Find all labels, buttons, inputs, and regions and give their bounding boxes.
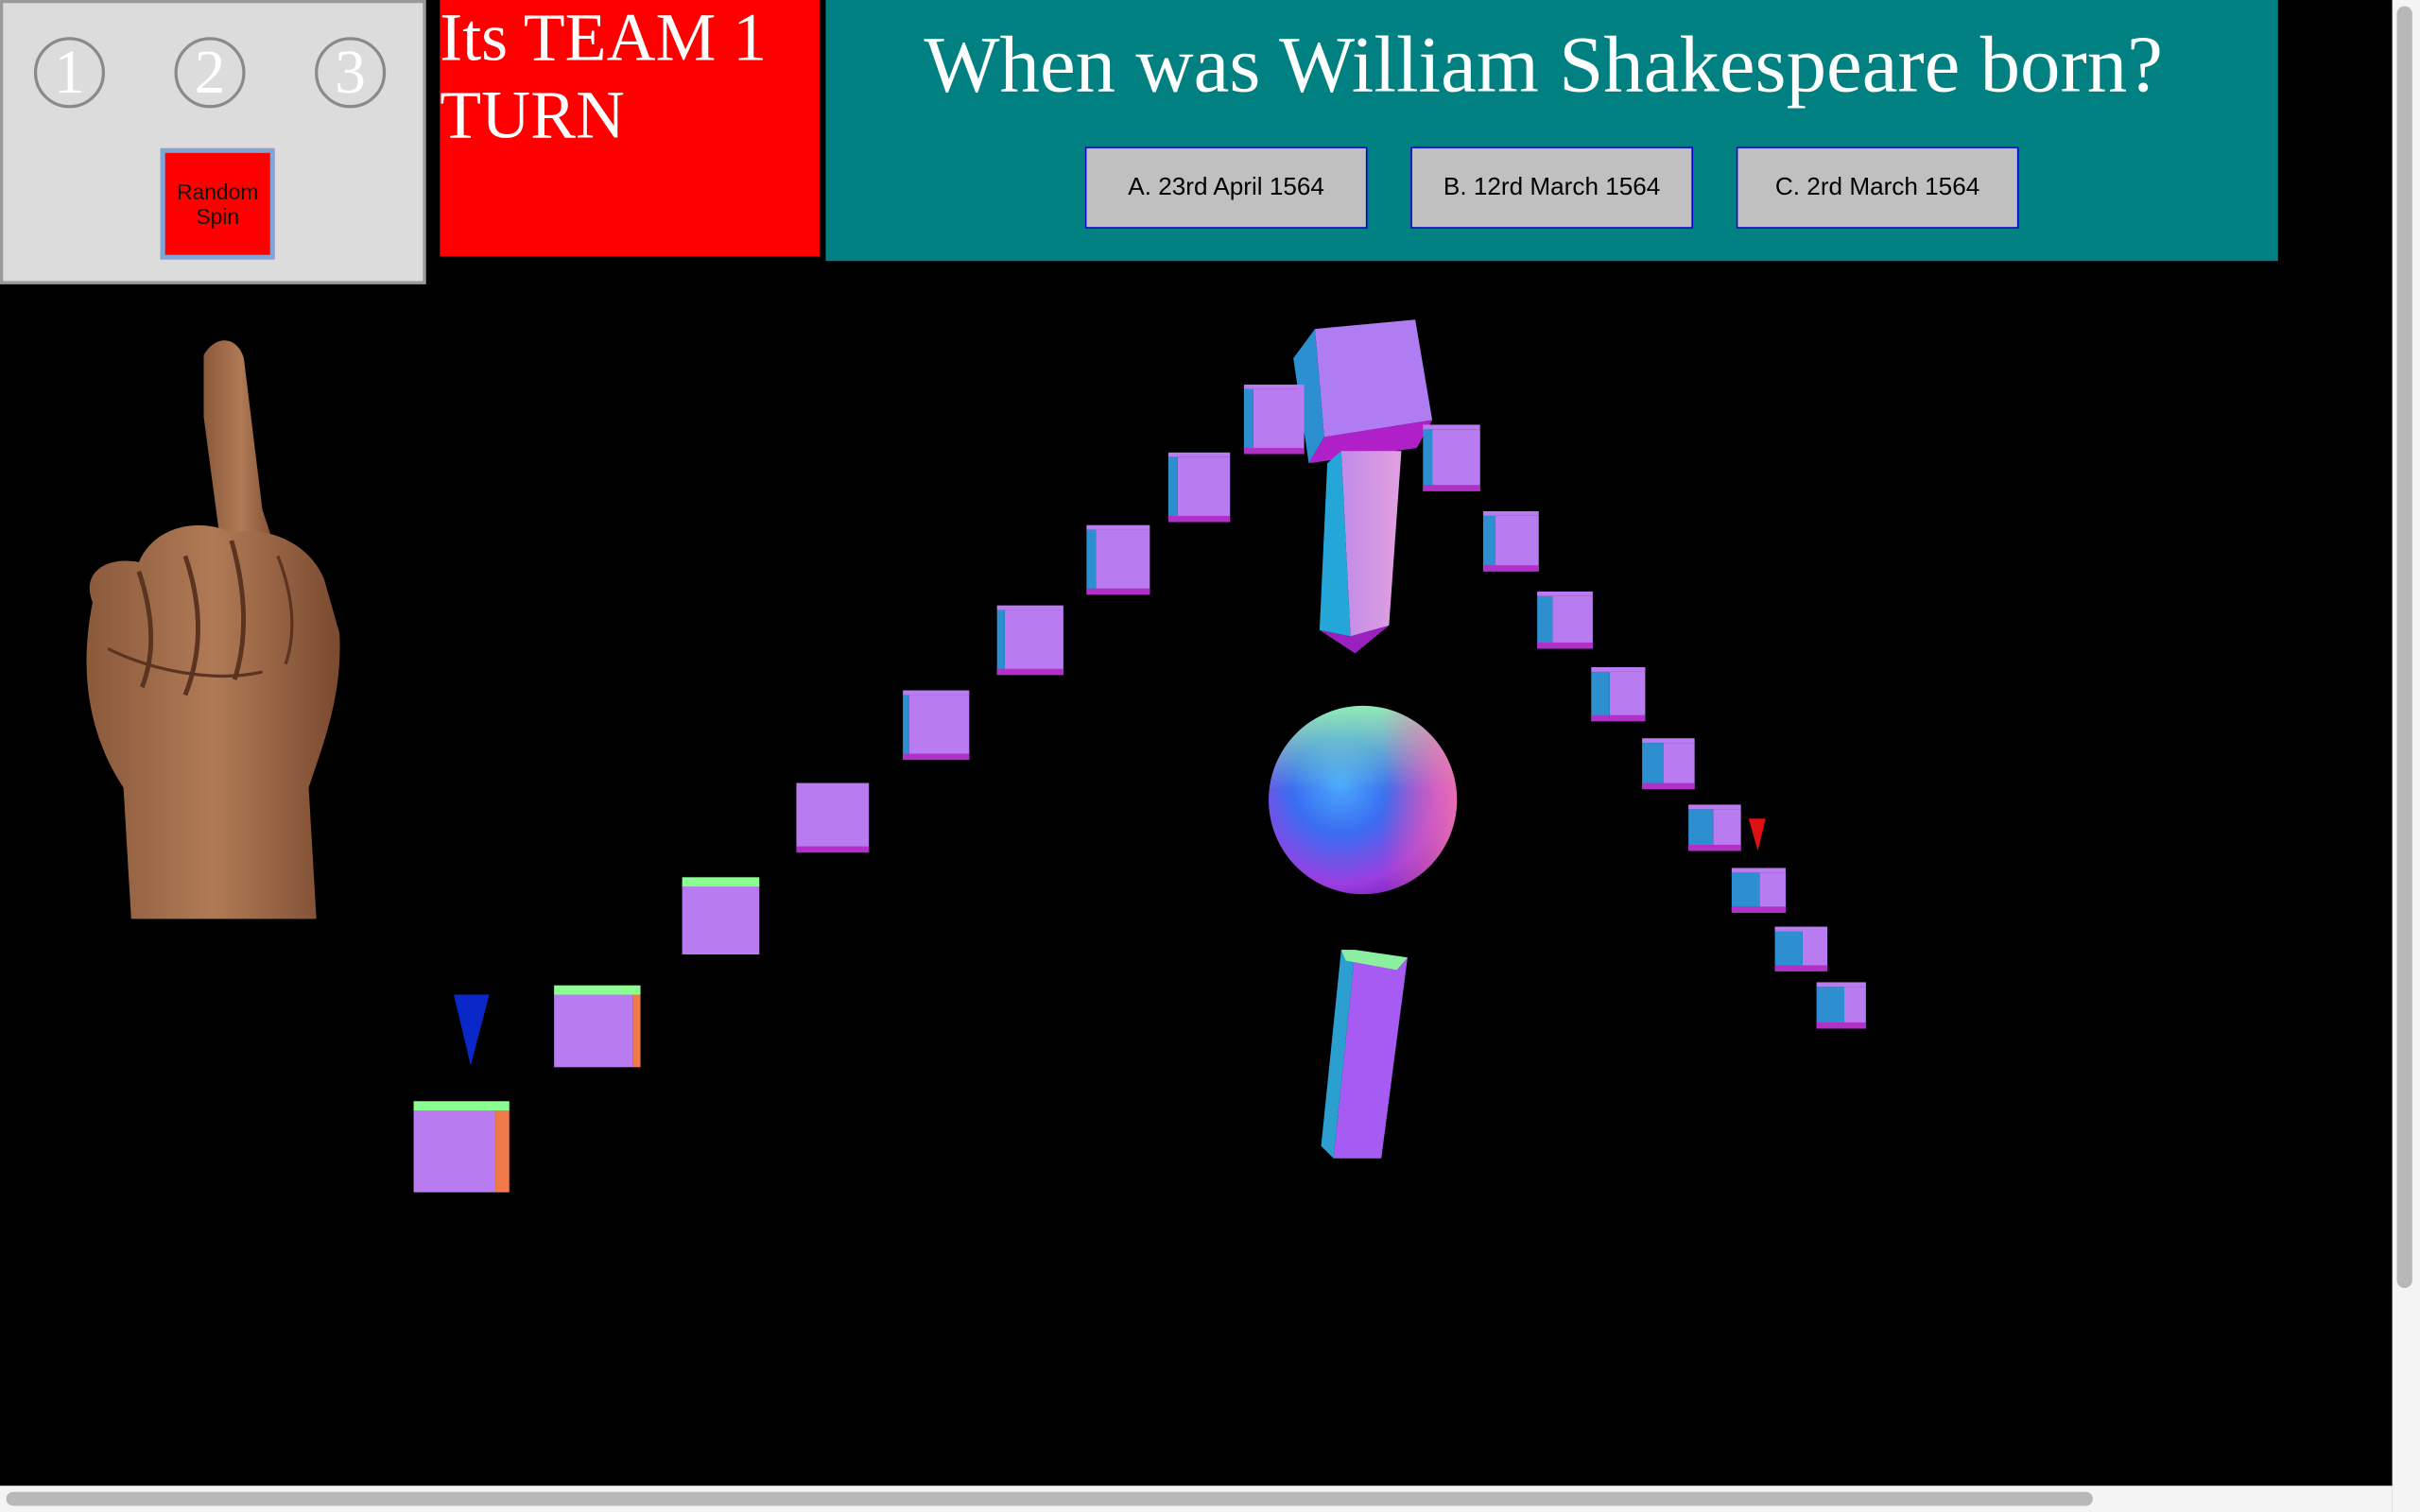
spin-option-3-button[interactable]: 3 — [315, 37, 387, 109]
answer-a-button[interactable]: A. 23rd April 1564 — [1084, 146, 1368, 229]
random-spin-button[interactable]: Random Spin — [160, 147, 275, 260]
board-tile — [554, 985, 641, 1068]
board-tile — [1642, 738, 1695, 790]
horizontal-scrollbar-thumb[interactable] — [6, 1491, 2093, 1506]
board-tile — [1537, 591, 1593, 649]
board-tile — [903, 690, 970, 761]
question-text: When was William Shakespeare born? — [924, 21, 2163, 111]
board-tile — [413, 1101, 510, 1193]
spin-control-panel: 1 2 3 Random Spin — [0, 0, 426, 284]
board-tile — [682, 877, 760, 955]
turn-indicator-text: Its TEAM 1 TURN — [440, 0, 768, 153]
board-tile — [1774, 926, 1828, 971]
board-tile — [796, 782, 870, 853]
board-tiles — [413, 384, 1866, 1193]
board-tile — [1423, 424, 1480, 491]
board-tile — [1688, 804, 1741, 851]
spinner-sphere — [1269, 705, 1458, 895]
vertical-scrollbar-thumb[interactable] — [2396, 6, 2412, 1289]
question-panel: When was William Shakespeare born? A. 23… — [825, 0, 2278, 262]
spinner-pointer — [1293, 319, 1433, 654]
game-viewport[interactable]: 1 2 3 Random Spin Its TEAM 1 TURN When w… — [0, 0, 2420, 1512]
board-tile — [1591, 667, 1646, 722]
team-2-marker — [1748, 818, 1766, 851]
turn-indicator-panel: Its TEAM 1 TURN — [440, 0, 820, 257]
hand-pointing-up-icon — [86, 340, 340, 919]
board-tile — [1816, 982, 1866, 1029]
spinner-base-pillar — [1321, 950, 1408, 1159]
board-tile — [1167, 452, 1231, 523]
team-1-marker — [453, 994, 490, 1066]
board-tile — [1243, 384, 1305, 455]
answer-c-button[interactable]: C. 2rd March 1564 — [1736, 146, 2019, 229]
board-tile — [996, 605, 1063, 676]
board-tile — [1482, 510, 1539, 572]
spin-option-1-button[interactable]: 1 — [33, 37, 106, 109]
spin-option-2-button[interactable]: 2 — [174, 37, 246, 109]
board-tile — [1731, 868, 1786, 913]
board-tile — [1086, 524, 1150, 595]
answer-b-button[interactable]: B. 12rd March 1564 — [1410, 146, 1694, 229]
